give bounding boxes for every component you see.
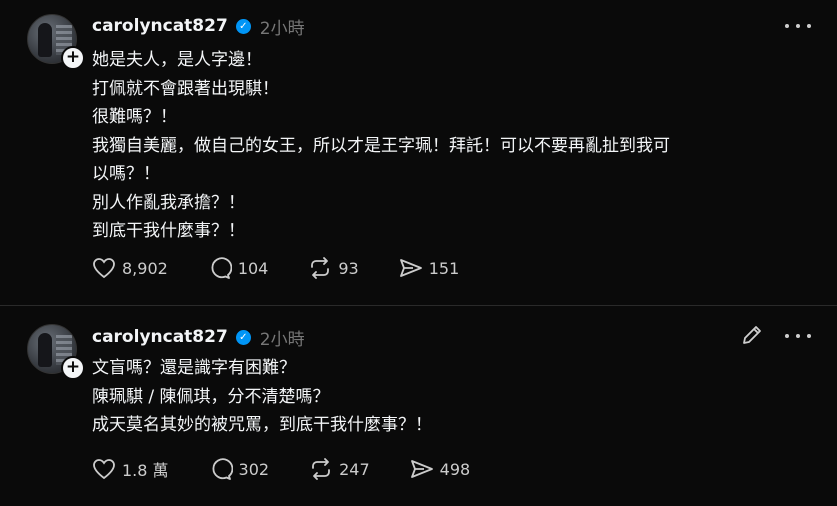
post-text: 她是夫人，是人字邊！ 打佩就不會跟著出現騏！ 很難嗎？！ 我獨自美麗，做自己的女… [92,46,670,246]
verified-badge-icon: ✓ [235,18,251,34]
post-text-line: 文盲嗎？還是識字有困難？ [92,358,296,378]
share-count: 498 [439,459,471,479]
post-text-line: 到底干我什麼事？！ [92,221,245,241]
heart-icon [93,258,115,279]
post-header: carolyncat827 ✓ 2小時 [92,323,305,351]
like-button[interactable]: 8,902 [92,257,168,279]
pencil-icon[interactable] [741,324,763,346]
username-link[interactable]: carolyncat827 [92,327,228,347]
plus-icon[interactable]: + [61,356,85,380]
post-text-line: 很難嗎？！ [92,107,177,127]
more-dots-icon[interactable] [785,16,811,36]
more-dots-icon[interactable] [785,326,811,346]
post-text: 文盲嗎？還是識字有困難？ 陳珮騏 / 陳佩琪，分不清楚嗎？ 成天莫名其妙的被咒罵… [92,354,432,440]
repost-button[interactable]: 93 [308,257,359,279]
share-button[interactable]: 151 [399,257,460,279]
username-link[interactable]: carolyncat827 [92,16,228,36]
thread-post: + carolyncat827 ✓ 2小時 她是夫人，是人字邊！ 打佩就不會跟著… [0,0,837,305]
comment-bubble-icon [212,458,233,480]
verified-badge-icon: ✓ [235,329,251,345]
like-count: 8,902 [122,258,168,278]
share-button[interactable]: 498 [410,458,471,480]
repost-button[interactable]: 247 [309,458,370,480]
repost-count: 93 [338,258,359,278]
post-timestamp[interactable]: 2小時 [260,14,305,39]
comment-count: 104 [237,258,269,278]
like-count: 1.8 萬 [122,461,169,480]
post-actions: 1.8 萬 302 247 498 [92,457,510,481]
repost-count: 247 [339,459,370,479]
post-text-line: 打佩就不會跟著出現騏！ [92,78,279,99]
share-count: 151 [428,258,460,278]
comment-button[interactable]: 302 [209,458,270,480]
post-text-line: 別人作亂我承擔？！ [92,192,245,213]
avatar[interactable]: + [27,14,85,70]
send-icon [410,460,433,478]
thread-post: + carolyncat827 ✓ 2小時 文盲嗎？還是識字有困難？ 陳珮騏 /… [0,306,837,506]
like-button[interactable]: 1.8 萬 [92,457,169,481]
post-text-line: 成天莫名其妙的被咒罵，到底干我什麼事？！ [92,415,432,435]
plus-icon[interactable]: + [61,46,85,70]
comment-bubble-icon [211,257,232,279]
post-text-line: 陳珮騏 / 陳佩琪，分不清楚嗎？ [92,386,330,407]
post-timestamp[interactable]: 2小時 [260,325,305,350]
comment-count: 302 [238,459,270,479]
post-header: carolyncat827 ✓ 2小時 [92,12,305,40]
post-text-line: 以嗎？！ [92,164,160,184]
comment-button[interactable]: 104 [208,257,269,279]
post-actions: 8,902 104 93 151 [92,257,499,279]
avatar[interactable]: + [27,324,85,380]
send-icon [399,259,422,277]
repost-icon [311,257,330,279]
post-text-line: 我獨自美麗，做自己的女王，所以才是王字珮！拜託！可以不要再亂扯到我可 [92,135,670,156]
heart-icon [93,459,115,480]
post-text-line: 她是夫人，是人字邊！ [92,50,262,70]
repost-icon [312,458,330,480]
